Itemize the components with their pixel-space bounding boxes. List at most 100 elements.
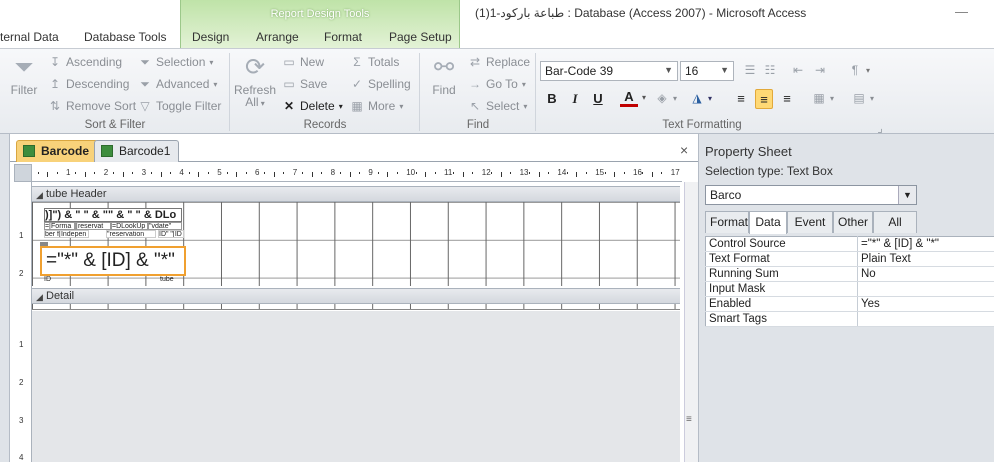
property-value[interactable] — [857, 311, 994, 327]
close-document-button[interactable]: × — [680, 142, 688, 158]
barcode-textbox[interactable]: ="*" & [ID] & "*" — [40, 246, 186, 276]
text-direction-button[interactable]: ¶ ▾ — [848, 63, 870, 77]
tab-database-tools[interactable]: Database Tools — [84, 30, 167, 44]
tab-design[interactable]: Design — [192, 30, 229, 44]
refresh-all-button[interactable]: ⟳ Refresh All ▾ — [234, 53, 276, 109]
section-title: tube Header — [46, 188, 107, 200]
independent-textbox[interactable]: ber f[Indepen — [44, 230, 89, 238]
selection-button[interactable]: ⏷ Selection ▾ — [138, 55, 213, 69]
tab-arrange[interactable]: Arrange — [256, 30, 299, 44]
doc-tab-barcode1[interactable]: Barcode1 — [94, 140, 180, 162]
property-row[interactable]: Enabled Yes — [705, 296, 994, 312]
descending-button[interactable]: ↥ Descending — [48, 77, 129, 91]
tab-event[interactable]: Event — [787, 211, 833, 233]
property-value[interactable]: No — [857, 266, 994, 282]
selected-control-value: Barco — [710, 188, 742, 202]
ruler-tick-mark — [236, 172, 238, 177]
ruler-tick-mark — [566, 172, 568, 174]
totals-button[interactable]: Σ Totals — [350, 55, 399, 69]
sort-descending-icon: ↥ — [49, 77, 61, 91]
tab-other[interactable]: Other — [833, 211, 873, 233]
align-left-button[interactable]: ≡ — [732, 89, 750, 109]
property-row[interactable]: Control Source ="*" & [ID] & "*" — [705, 236, 994, 252]
doc-tab-barcode[interactable]: Barcode — [16, 140, 99, 162]
delete-label: Delete — [300, 99, 335, 113]
gridlines-button[interactable]: ▦ ▾ — [812, 91, 834, 105]
property-row[interactable]: Running Sum No — [705, 266, 994, 282]
remove-sort-button[interactable]: ⇅ Remove Sort — [48, 99, 136, 113]
vertical-scrollbar[interactable]: ≡ — [684, 182, 698, 462]
tab-page-setup[interactable]: Page Setup — [389, 30, 452, 44]
tab-all[interactable]: All — [873, 211, 917, 233]
separator — [419, 53, 420, 131]
ruler-tick-label: 7 — [292, 168, 298, 177]
increase-indent-button[interactable]: ⇥ — [813, 63, 827, 77]
property-name: Input Mask — [705, 281, 858, 297]
delete-icon: ✕ — [283, 99, 295, 113]
select-label: Select — [486, 99, 520, 113]
font-name-combo[interactable]: Bar-Code 39 ▼ — [540, 61, 678, 81]
minimize-button[interactable]: — — [955, 4, 968, 19]
align-right-button[interactable]: ≡ — [778, 89, 796, 109]
fill-color-button[interactable]: ◮ ▾ — [690, 91, 712, 105]
property-value[interactable]: Yes — [857, 296, 994, 312]
select-button[interactable]: ↖ Select ▾ — [468, 99, 527, 113]
property-value[interactable]: ="*" & [ID] & "*" — [857, 236, 994, 252]
numbered-list-icon: ☷ — [764, 63, 776, 77]
property-row[interactable]: Text Format Plain Text — [705, 251, 994, 267]
ruler-tick-mark — [396, 172, 398, 174]
detail-section-bar[interactable]: ◢ Detail — [32, 288, 680, 304]
control-selector[interactable]: Barco ▼ — [705, 185, 917, 205]
go-to-button[interactable]: → Go To ▾ — [468, 77, 526, 91]
underline-button[interactable]: U — [589, 89, 607, 109]
id-expression-textbox[interactable]: ID" "[ID — [158, 230, 184, 238]
spelling-button[interactable]: ✓ Spelling — [350, 77, 411, 91]
replace-button[interactable]: ⇄ Replace — [468, 55, 530, 69]
save-record-button[interactable]: ▭ Save — [282, 77, 327, 91]
toggle-filter-button[interactable]: ▽ Toggle Filter — [138, 99, 221, 113]
navigation-pane-collapsed[interactable] — [0, 134, 10, 462]
dlookup-textbox[interactable]: =DLookUp — [111, 222, 148, 230]
font-color-dropdown[interactable]: ▾ — [642, 93, 646, 102]
filter-button[interactable]: ⏷ Filter — [6, 53, 42, 97]
spelling-label: Spelling — [368, 77, 411, 91]
tab-format[interactable]: Format — [324, 30, 362, 44]
ruler-tick-mark — [623, 172, 625, 174]
italic-button[interactable]: I — [566, 89, 584, 109]
bold-button[interactable]: B — [543, 89, 561, 109]
background-color-button[interactable]: ◈ ▾ — [655, 91, 677, 105]
ruler-tick-mark — [604, 172, 606, 174]
decrease-indent-button[interactable]: ⇤ — [791, 63, 805, 77]
delete-record-button[interactable]: ✕ Delete ▾ — [282, 99, 343, 113]
filter-label: Filter — [10, 83, 38, 97]
bullets-button[interactable]: ☰ — [743, 63, 757, 77]
expression-textbox[interactable]: )]") & " " & "" & " " & DLo — [44, 208, 182, 222]
more-button[interactable]: ▦ More ▾ — [350, 99, 403, 113]
reservation-textbox[interactable]: [reservat — [75, 222, 111, 230]
tab-format[interactable]: Format — [705, 211, 749, 233]
property-row[interactable]: Input Mask — [705, 281, 994, 297]
ruler-tick-label: 4 — [19, 453, 24, 462]
ruler-tick-mark — [122, 172, 124, 177]
text-formatting-launcher[interactable]: ⌟ — [873, 121, 887, 135]
new-record-button[interactable]: ▭ New — [282, 55, 324, 69]
ascending-button[interactable]: ↧ Ascending — [48, 55, 122, 69]
font-color-button[interactable]: A — [620, 89, 638, 107]
font-size-combo[interactable]: 16 ▼ — [680, 61, 734, 81]
reservation-lookup-textbox[interactable]: "reservation — [106, 230, 156, 238]
report-selector[interactable] — [14, 164, 32, 182]
find-button[interactable]: ⚯ Find — [424, 53, 464, 97]
property-row[interactable]: Smart Tags — [705, 311, 994, 327]
tab-external-data[interactable]: ternal Data — [0, 30, 59, 44]
property-value[interactable]: Plain Text — [857, 251, 994, 267]
alternate-fill-button[interactable]: ▤ ▾ — [852, 91, 874, 105]
numbering-button[interactable]: ☷ — [763, 63, 777, 77]
format-textbox[interactable]: =[Forma — [44, 222, 75, 230]
tab-data[interactable]: Data — [749, 211, 787, 234]
advanced-button[interactable]: ⏷ Advanced ▾ — [138, 77, 217, 91]
vdate-textbox[interactable]: "vdate" — [148, 222, 182, 230]
detail-grid[interactable] — [32, 304, 680, 310]
property-value[interactable] — [857, 281, 994, 297]
align-center-button[interactable]: ≡ — [755, 89, 773, 109]
tube-header-section-bar[interactable]: ◢ tube Header — [32, 186, 680, 202]
